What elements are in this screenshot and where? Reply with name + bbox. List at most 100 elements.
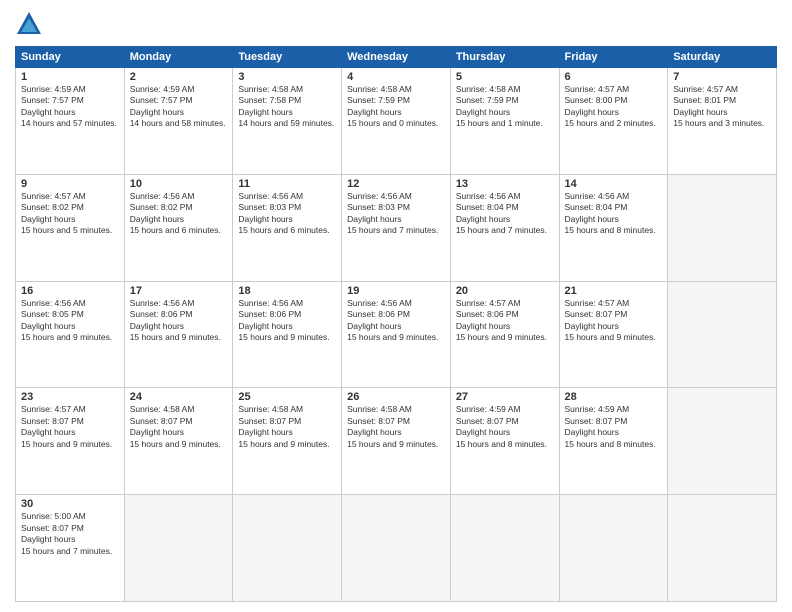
calendar-header-row: SundayMondayTuesdayWednesdayThursdayFrid… <box>16 47 777 68</box>
day-number: 18 <box>238 285 336 297</box>
day-number: 11 <box>238 178 336 190</box>
cell-info: Sunrise: 4:56 AMSunset: 8:03 PMDaylight … <box>238 191 336 237</box>
calendar-week-4: 23Sunrise: 4:57 AMSunset: 8:07 PMDayligh… <box>16 388 777 495</box>
day-number: 13 <box>456 178 554 190</box>
cell-info: Sunrise: 5:00 AMSunset: 8:07 PMDaylight … <box>21 511 119 557</box>
cell-info: Sunrise: 4:57 AMSunset: 8:02 PMDaylight … <box>21 191 119 237</box>
cell-info: Sunrise: 4:56 AMSunset: 8:04 PMDaylight … <box>565 191 663 237</box>
day-header-tuesday: Tuesday <box>233 47 342 68</box>
calendar-day-28: 28Sunrise: 4:59 AMSunset: 8:07 PMDayligh… <box>559 388 668 495</box>
day-number: 21 <box>565 285 663 297</box>
day-number: 25 <box>238 391 336 403</box>
cell-info: Sunrise: 4:58 AMSunset: 7:59 PMDaylight … <box>347 84 445 130</box>
calendar-day-16: 16Sunrise: 4:56 AMSunset: 8:05 PMDayligh… <box>16 281 125 388</box>
day-number: 12 <box>347 178 445 190</box>
calendar-day-24: 24Sunrise: 4:58 AMSunset: 8:07 PMDayligh… <box>124 388 233 495</box>
calendar-day-7: 7Sunrise: 4:57 AMSunset: 8:01 PMDaylight… <box>668 68 777 175</box>
cell-info: Sunrise: 4:56 AMSunset: 8:06 PMDaylight … <box>238 298 336 344</box>
calendar-day-23: 23Sunrise: 4:57 AMSunset: 8:07 PMDayligh… <box>16 388 125 495</box>
cell-info: Sunrise: 4:57 AMSunset: 8:07 PMDaylight … <box>565 298 663 344</box>
day-header-sunday: Sunday <box>16 47 125 68</box>
cell-info: Sunrise: 4:58 AMSunset: 8:07 PMDaylight … <box>347 404 445 450</box>
day-number: 19 <box>347 285 445 297</box>
header <box>15 10 777 38</box>
cell-info: Sunrise: 4:57 AMSunset: 8:07 PMDaylight … <box>21 404 119 450</box>
calendar-day-9: 9Sunrise: 4:57 AMSunset: 8:02 PMDaylight… <box>16 174 125 281</box>
day-number: 9 <box>21 178 119 190</box>
calendar-empty-cell <box>124 495 233 602</box>
calendar-empty-cell <box>668 281 777 388</box>
cell-info: Sunrise: 4:58 AMSunset: 7:58 PMDaylight … <box>238 84 336 130</box>
calendar-empty-cell <box>450 495 559 602</box>
calendar-week-3: 16Sunrise: 4:56 AMSunset: 8:05 PMDayligh… <box>16 281 777 388</box>
calendar-day-13: 13Sunrise: 4:56 AMSunset: 8:04 PMDayligh… <box>450 174 559 281</box>
cell-info: Sunrise: 4:58 AMSunset: 8:07 PMDaylight … <box>130 404 228 450</box>
calendar-day-1: 1Sunrise: 4:59 AMSunset: 7:57 PMDaylight… <box>16 68 125 175</box>
calendar-empty-cell <box>233 495 342 602</box>
day-number: 7 <box>673 71 771 83</box>
day-header-monday: Monday <box>124 47 233 68</box>
day-number: 4 <box>347 71 445 83</box>
day-number: 1 <box>21 71 119 83</box>
day-number: 28 <box>565 391 663 403</box>
day-header-friday: Friday <box>559 47 668 68</box>
cell-info: Sunrise: 4:56 AMSunset: 8:06 PMDaylight … <box>347 298 445 344</box>
day-number: 23 <box>21 391 119 403</box>
page: SundayMondayTuesdayWednesdayThursdayFrid… <box>0 0 792 612</box>
calendar-day-25: 25Sunrise: 4:58 AMSunset: 8:07 PMDayligh… <box>233 388 342 495</box>
calendar-day-10: 10Sunrise: 4:56 AMSunset: 8:02 PMDayligh… <box>124 174 233 281</box>
calendar-empty-cell <box>668 388 777 495</box>
day-number: 10 <box>130 178 228 190</box>
cell-info: Sunrise: 4:59 AMSunset: 8:07 PMDaylight … <box>456 404 554 450</box>
logo-icon <box>15 10 43 38</box>
cell-info: Sunrise: 4:57 AMSunset: 8:00 PMDaylight … <box>565 84 663 130</box>
cell-info: Sunrise: 4:56 AMSunset: 8:04 PMDaylight … <box>456 191 554 237</box>
cell-info: Sunrise: 4:57 AMSunset: 8:06 PMDaylight … <box>456 298 554 344</box>
calendar-empty-cell <box>342 495 451 602</box>
calendar-empty-cell <box>668 495 777 602</box>
calendar-table: SundayMondayTuesdayWednesdayThursdayFrid… <box>15 46 777 602</box>
cell-info: Sunrise: 4:56 AMSunset: 8:06 PMDaylight … <box>130 298 228 344</box>
day-header-thursday: Thursday <box>450 47 559 68</box>
cell-info: Sunrise: 4:59 AMSunset: 7:57 PMDaylight … <box>21 84 119 130</box>
calendar-day-26: 26Sunrise: 4:58 AMSunset: 8:07 PMDayligh… <box>342 388 451 495</box>
cell-info: Sunrise: 4:58 AMSunset: 8:07 PMDaylight … <box>238 404 336 450</box>
cell-info: Sunrise: 4:56 AMSunset: 8:02 PMDaylight … <box>130 191 228 237</box>
cell-info: Sunrise: 4:58 AMSunset: 7:59 PMDaylight … <box>456 84 554 130</box>
calendar-empty-cell <box>668 174 777 281</box>
day-number: 5 <box>456 71 554 83</box>
cell-info: Sunrise: 4:57 AMSunset: 8:01 PMDaylight … <box>673 84 771 130</box>
calendar-day-11: 11Sunrise: 4:56 AMSunset: 8:03 PMDayligh… <box>233 174 342 281</box>
calendar-week-5: 30Sunrise: 5:00 AMSunset: 8:07 PMDayligh… <box>16 495 777 602</box>
day-header-saturday: Saturday <box>668 47 777 68</box>
day-number: 16 <box>21 285 119 297</box>
day-number: 27 <box>456 391 554 403</box>
calendar-week-1: 1Sunrise: 4:59 AMSunset: 7:57 PMDaylight… <box>16 68 777 175</box>
logo <box>15 10 47 38</box>
calendar-day-2: 2Sunrise: 4:59 AMSunset: 7:57 PMDaylight… <box>124 68 233 175</box>
day-number: 17 <box>130 285 228 297</box>
day-number: 20 <box>456 285 554 297</box>
calendar-day-27: 27Sunrise: 4:59 AMSunset: 8:07 PMDayligh… <box>450 388 559 495</box>
day-number: 2 <box>130 71 228 83</box>
calendar-day-4: 4Sunrise: 4:58 AMSunset: 7:59 PMDaylight… <box>342 68 451 175</box>
calendar-day-20: 20Sunrise: 4:57 AMSunset: 8:06 PMDayligh… <box>450 281 559 388</box>
calendar-day-6: 6Sunrise: 4:57 AMSunset: 8:00 PMDaylight… <box>559 68 668 175</box>
day-number: 14 <box>565 178 663 190</box>
calendar-day-19: 19Sunrise: 4:56 AMSunset: 8:06 PMDayligh… <box>342 281 451 388</box>
day-number: 3 <box>238 71 336 83</box>
day-header-wednesday: Wednesday <box>342 47 451 68</box>
day-number: 26 <box>347 391 445 403</box>
cell-info: Sunrise: 4:59 AMSunset: 7:57 PMDaylight … <box>130 84 228 130</box>
day-number: 24 <box>130 391 228 403</box>
calendar-empty-cell <box>559 495 668 602</box>
calendar-day-18: 18Sunrise: 4:56 AMSunset: 8:06 PMDayligh… <box>233 281 342 388</box>
calendar-day-14: 14Sunrise: 4:56 AMSunset: 8:04 PMDayligh… <box>559 174 668 281</box>
calendar-day-3: 3Sunrise: 4:58 AMSunset: 7:58 PMDaylight… <box>233 68 342 175</box>
cell-info: Sunrise: 4:59 AMSunset: 8:07 PMDaylight … <box>565 404 663 450</box>
calendar-day-30: 30Sunrise: 5:00 AMSunset: 8:07 PMDayligh… <box>16 495 125 602</box>
calendar-day-5: 5Sunrise: 4:58 AMSunset: 7:59 PMDaylight… <box>450 68 559 175</box>
calendar-day-12: 12Sunrise: 4:56 AMSunset: 8:03 PMDayligh… <box>342 174 451 281</box>
cell-info: Sunrise: 4:56 AMSunset: 8:03 PMDaylight … <box>347 191 445 237</box>
day-number: 30 <box>21 498 119 510</box>
